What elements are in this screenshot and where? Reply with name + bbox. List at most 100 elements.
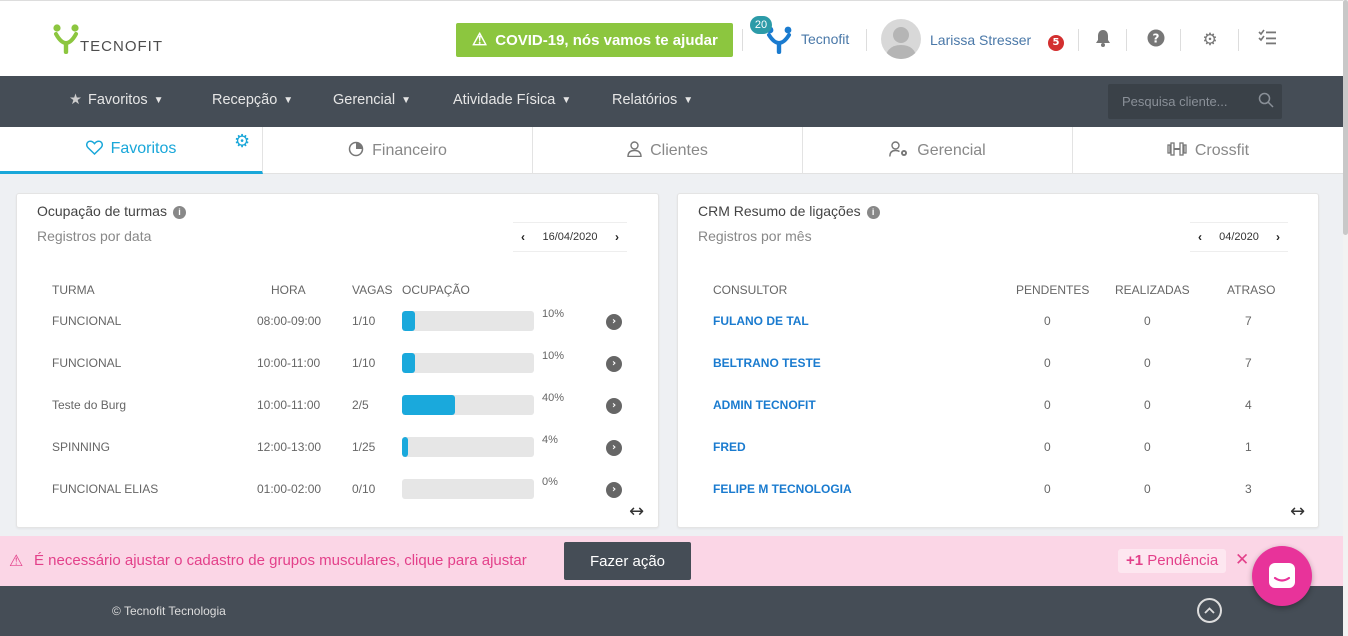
nav-item-recepcao[interactable]: Recepção ▼ (212, 92, 293, 108)
tab-label: Gerencial (917, 141, 986, 159)
row-arrow-icon[interactable]: › (606, 398, 622, 414)
consultor-link[interactable]: FELIPE M TECNOLOGIA (713, 482, 852, 496)
column-header: CONSULTOR (713, 283, 788, 297)
chat-launcher-icon[interactable] (1252, 546, 1312, 606)
main-nav: ★ Favoritos ▼ Recepção ▼ Gerencial ▼ Ativida… (0, 76, 1343, 127)
pending-badge[interactable]: +1 Pendência (1118, 549, 1227, 573)
checklist-icon[interactable] (1256, 29, 1278, 51)
help-icon[interactable]: ? (1145, 29, 1167, 51)
divider (866, 29, 867, 51)
occupancy-percent: 0% (542, 476, 558, 488)
tab-label: Favoritos (110, 140, 177, 157)
dumbbell-icon (1167, 141, 1187, 160)
nav-item-label: Favoritos (88, 92, 148, 108)
nav-item-relatorios[interactable]: Relatórios ▼ (612, 92, 693, 108)
date-value[interactable]: 16/04/2020 (533, 231, 607, 243)
nav-item-label: Relatórios (612, 92, 678, 108)
card-title: CRM Resumo de ligações i (698, 203, 880, 219)
tab-favoritos[interactable]: Favoritos (0, 127, 263, 174)
row-arrow-icon[interactable]: › (606, 440, 622, 456)
month-value[interactable]: 04/2020 (1210, 231, 1268, 243)
card-title-text: Ocupação de turmas (37, 203, 167, 219)
pendentes-cell: 0 (1044, 314, 1051, 328)
occupancy-bar-fill (402, 353, 416, 373)
atraso-cell: 4 (1245, 398, 1252, 412)
chevron-left-icon[interactable]: ‹ (513, 230, 533, 244)
chevron-right-icon[interactable]: › (1268, 230, 1288, 244)
company-name[interactable]: Tecnofit (801, 31, 849, 47)
occupancy-bar-fill (402, 311, 416, 331)
date-picker: ‹ 16/04/2020 › (513, 222, 627, 252)
row-arrow-icon[interactable]: › (606, 314, 622, 330)
user-name[interactable]: Larissa Stresser (930, 32, 1031, 48)
occupancy-bar (402, 353, 534, 373)
vagas-cell: 1/25 (352, 440, 376, 454)
chevron-left-icon[interactable]: ‹ (1190, 230, 1210, 244)
avatar[interactable] (881, 19, 921, 59)
hora-cell: 10:00-11:00 (257, 398, 321, 412)
realizadas-cell: 0 (1144, 482, 1151, 496)
search-input[interactable] (1108, 84, 1282, 119)
realizadas-cell: 0 (1144, 314, 1151, 328)
tecnofit-logo-icon[interactable] (53, 23, 79, 55)
consultor-link[interactable]: FRED (713, 440, 746, 454)
row-arrow-icon[interactable]: › (606, 482, 622, 498)
turma-cell: SPINNING (52, 440, 111, 454)
occupancy-percent: 10% (542, 308, 565, 320)
alert-message[interactable]: É necessário ajustar o cadastro de grupo… (34, 552, 527, 569)
heart-icon (85, 139, 103, 159)
realizadas-cell: 0 (1144, 398, 1151, 412)
tab-crossfit[interactable]: Crossfit (1073, 127, 1343, 174)
covid-banner-button[interactable]: ⚠ COVID-19, nós vamos te ajudar (456, 23, 733, 57)
atraso-cell: 1 (1245, 440, 1252, 454)
pending-count: +1 (1126, 552, 1144, 569)
chevron-down-icon: ▼ (153, 95, 164, 106)
search-box (1108, 84, 1282, 119)
pending-label: Pendência (1147, 552, 1219, 569)
gears-icon[interactable]: ⚙ (1199, 29, 1221, 51)
consultor-link[interactable]: FULANO DE TAL (713, 314, 809, 328)
column-header: OCUPAÇÃO (402, 283, 470, 297)
pendentes-cell: 0 (1044, 398, 1051, 412)
nav-item-favoritos[interactable]: ★ Favoritos ▼ (69, 92, 164, 108)
bell-icon[interactable] (1092, 29, 1114, 51)
realizadas-cell: 0 (1144, 356, 1151, 370)
column-header: ATRASO (1227, 283, 1276, 297)
vagas-cell: 2/5 (352, 398, 369, 412)
column-header: TURMA (52, 283, 95, 297)
info-icon[interactable]: i (172, 206, 186, 219)
card-title: Ocupação de turmas i (37, 203, 186, 219)
copyright: © Tecnofit Tecnologia (112, 604, 226, 618)
divider (1180, 29, 1181, 51)
tab-bar: Favoritos ⚙ Financeiro Clientes Gerencia… (0, 127, 1343, 174)
fazer-acao-button[interactable]: Fazer ação (564, 542, 691, 580)
consultor-link[interactable]: BELTRANO TESTE (713, 356, 821, 370)
scroll-up-icon[interactable] (1197, 598, 1222, 623)
chevron-right-icon[interactable]: › (607, 230, 627, 244)
column-header: HORA (271, 283, 306, 297)
info-icon[interactable]: i (866, 206, 880, 219)
tab-clientes[interactable]: Clientes (533, 127, 803, 174)
occupancy-percent: 40% (542, 392, 565, 404)
consultor-link[interactable]: ADMIN TECNOFIT (713, 398, 816, 412)
nav-item-label: Recepção (212, 92, 278, 108)
row-arrow-icon[interactable]: › (606, 356, 622, 372)
logo-text[interactable]: TECNOFIT (80, 38, 163, 55)
resize-horizontal-icon[interactable]: ↔ (1290, 501, 1305, 522)
card-subtitle: Registros por data (37, 228, 152, 244)
alert-bar[interactable]: ⚠ É necessário ajustar o cadastro de gru… (0, 536, 1343, 586)
footer: © Tecnofit Tecnologia (0, 586, 1343, 636)
scrollbar-thumb[interactable] (1343, 0, 1348, 235)
pie-chart-icon (348, 141, 364, 161)
tab-gerencial[interactable]: Gerencial (803, 127, 1073, 174)
resize-horizontal-icon[interactable]: ↔ (629, 501, 644, 522)
settings-gear-icon[interactable]: ⚙ (234, 131, 250, 152)
user-gear-icon (889, 140, 909, 161)
nav-item-atividade-fisica[interactable]: Atividade Física ▼ (453, 92, 571, 108)
nav-item-gerencial[interactable]: Gerencial ▼ (333, 92, 411, 108)
tab-financeiro[interactable]: Financeiro (263, 127, 533, 174)
occupancy-bar-fill (402, 437, 408, 457)
search-icon[interactable] (1258, 92, 1274, 112)
svg-text:?: ? (1153, 32, 1160, 46)
close-icon[interactable]: ✕ (1235, 550, 1249, 570)
